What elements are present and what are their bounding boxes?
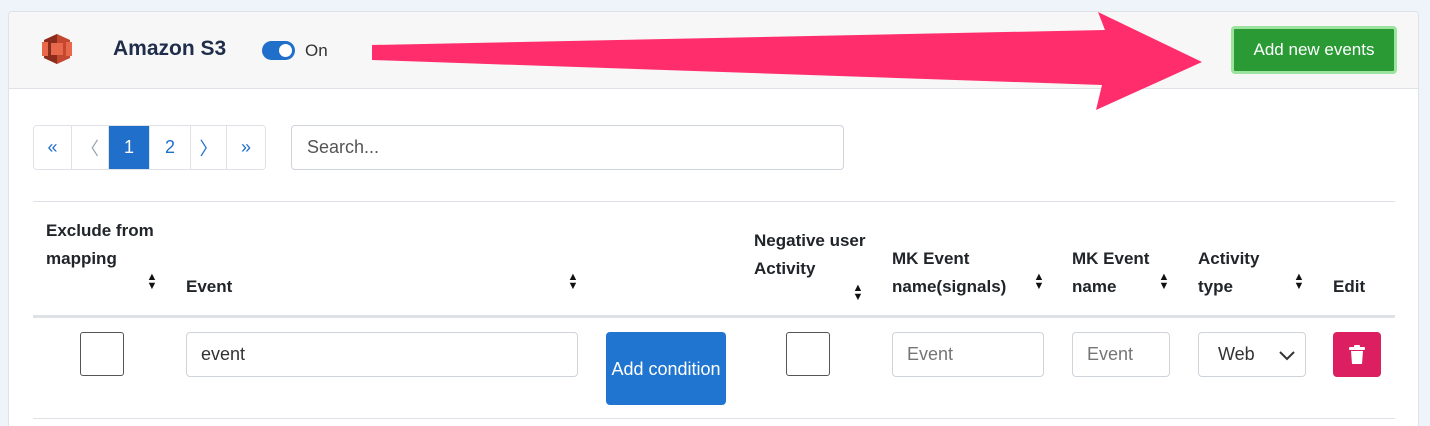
exclude-checkbox[interactable] xyxy=(80,332,124,376)
toggle-label: On xyxy=(305,41,328,60)
aws-s3-logo xyxy=(42,34,72,64)
arrow-annotation xyxy=(372,12,1202,110)
sort-icon[interactable]: ▲ ▼ xyxy=(146,272,158,292)
column-header-negative[interactable]: Negative user Activity xyxy=(754,227,879,283)
table-header-divider xyxy=(33,315,1395,318)
add-new-events-button[interactable]: Add new events xyxy=(1231,26,1397,74)
next-page-button[interactable]: 〉 xyxy=(191,126,227,169)
event-input[interactable] xyxy=(186,332,578,377)
prev-page-button[interactable]: 〈 xyxy=(72,126,109,169)
activity-type-value: Web xyxy=(1218,344,1255,364)
column-header-activity[interactable]: Activity type xyxy=(1198,245,1273,301)
sort-icon[interactable]: ▲ ▼ xyxy=(1158,272,1170,292)
mk-event-name-input[interactable] xyxy=(1072,332,1170,377)
chevron-down-icon xyxy=(1279,351,1295,361)
last-page-button[interactable]: » xyxy=(227,126,265,169)
sort-icon[interactable]: ▲ ▼ xyxy=(1033,272,1045,292)
pagination: « 〈 1 2 〉 » xyxy=(33,125,266,170)
column-header-mk-signals[interactable]: MK Event name(signals) xyxy=(892,245,1027,301)
activity-type-select[interactable]: Web xyxy=(1198,332,1306,377)
sort-icon[interactable]: ▲ ▼ xyxy=(567,272,579,292)
column-header-exclude[interactable]: Exclude from mapping xyxy=(46,217,156,273)
enable-toggle[interactable] xyxy=(262,41,295,60)
column-header-edit: Edit xyxy=(1333,277,1366,296)
column-header-mk-name[interactable]: MK Event name xyxy=(1072,245,1167,301)
page-1-button[interactable]: 1 xyxy=(109,126,150,169)
negative-activity-checkbox[interactable] xyxy=(786,332,830,376)
toggle-knob xyxy=(279,44,292,57)
integration-title: Amazon S3 xyxy=(113,37,227,60)
first-page-button[interactable]: « xyxy=(34,126,72,169)
table-top-divider xyxy=(33,201,1395,202)
column-header-event[interactable]: Event xyxy=(186,273,232,301)
table-row-divider xyxy=(33,418,1395,419)
search-input[interactable] xyxy=(291,125,844,170)
page-2-button[interactable]: 2 xyxy=(150,126,191,169)
delete-row-button[interactable] xyxy=(1333,332,1381,377)
trash-icon xyxy=(1349,344,1365,364)
add-condition-button[interactable]: Add condition xyxy=(606,332,726,405)
mk-event-signals-input[interactable] xyxy=(892,332,1044,377)
sort-icon[interactable]: ▲ ▼ xyxy=(1293,272,1305,292)
sort-icon[interactable]: ▲ ▼ xyxy=(852,283,864,303)
